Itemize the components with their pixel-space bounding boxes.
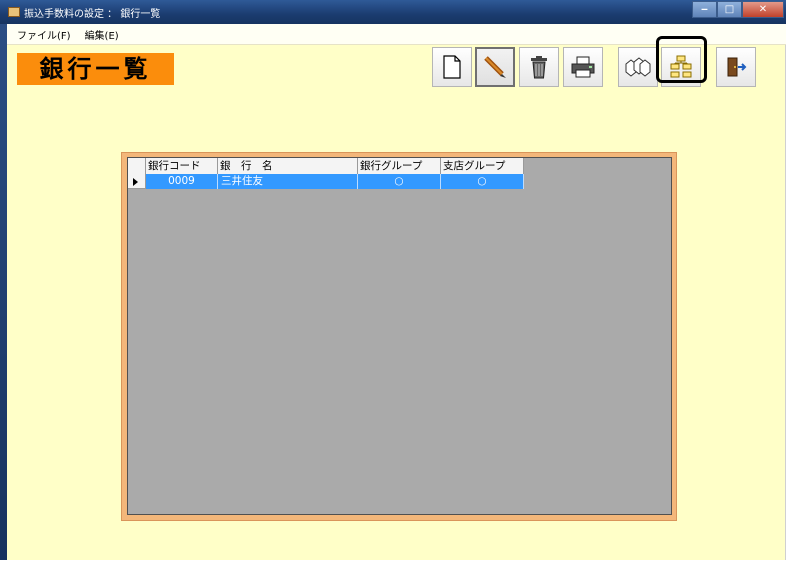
- maximize-button[interactable]: □: [717, 1, 742, 18]
- print-button[interactable]: [563, 47, 603, 87]
- column-header-bank-name[interactable]: 銀 行 名: [218, 158, 358, 174]
- app-window: 振込手数料の設定 ： 銀行一覧 ‒ □ ✕ ファイル(F) 編集(E) 銀行一覧: [0, 0, 786, 560]
- minimize-button[interactable]: ‒: [692, 1, 717, 18]
- app-icon: [8, 7, 20, 17]
- printer-icon: [571, 56, 595, 78]
- column-header-bank-code[interactable]: 銀行コード: [146, 158, 218, 174]
- title-bar[interactable]: 振込手数料の設定 ： 銀行一覧 ‒ □ ✕: [0, 0, 786, 24]
- grid-corner-cell: [128, 158, 146, 174]
- window-controls: ‒ □ ✕: [692, 1, 784, 18]
- table-row[interactable]: 0009 三井住友 ○ ○: [128, 174, 524, 189]
- exit-door-icon: [727, 57, 747, 77]
- grid-header: 銀行コード 銀 行 名 銀行グループ 支店グループ: [128, 158, 524, 175]
- close-button[interactable]: ✕: [742, 1, 784, 18]
- edit-pencil-icon: [484, 56, 506, 78]
- edit-button[interactable]: [475, 47, 515, 87]
- new-button[interactable]: [432, 47, 472, 87]
- exit-button[interactable]: [716, 47, 756, 87]
- row-selector[interactable]: [128, 174, 146, 189]
- delete-button[interactable]: [519, 47, 559, 87]
- cell-bank-name[interactable]: 三井住友: [218, 174, 358, 189]
- bank-group-icon: [625, 57, 651, 77]
- window-title: 振込手数料の設定 ： 銀行一覧: [24, 9, 161, 20]
- column-header-branch-group[interactable]: 支店グループ: [441, 158, 524, 174]
- cell-branch-group[interactable]: ○: [441, 174, 524, 189]
- column-header-bank-group[interactable]: 銀行グループ: [358, 158, 441, 174]
- toolbar-highlight-box: [656, 36, 707, 83]
- cell-bank-code[interactable]: 0009: [146, 174, 218, 189]
- cell-bank-group[interactable]: ○: [358, 174, 441, 189]
- bank-group-button[interactable]: [618, 47, 658, 87]
- page-title: 銀行一覧: [17, 53, 174, 85]
- menu-edit[interactable]: 編集(E): [85, 27, 119, 42]
- bank-list-grid[interactable]: 銀行コード 銀 行 名 銀行グループ 支店グループ 0009 三井住友 ○ ○: [127, 157, 672, 515]
- current-row-arrow-icon: [133, 178, 138, 186]
- window-left-border: [0, 0, 7, 560]
- new-document-icon: [443, 55, 461, 79]
- trash-can-icon: [531, 56, 547, 79]
- menu-file[interactable]: ファイル(F): [17, 27, 71, 42]
